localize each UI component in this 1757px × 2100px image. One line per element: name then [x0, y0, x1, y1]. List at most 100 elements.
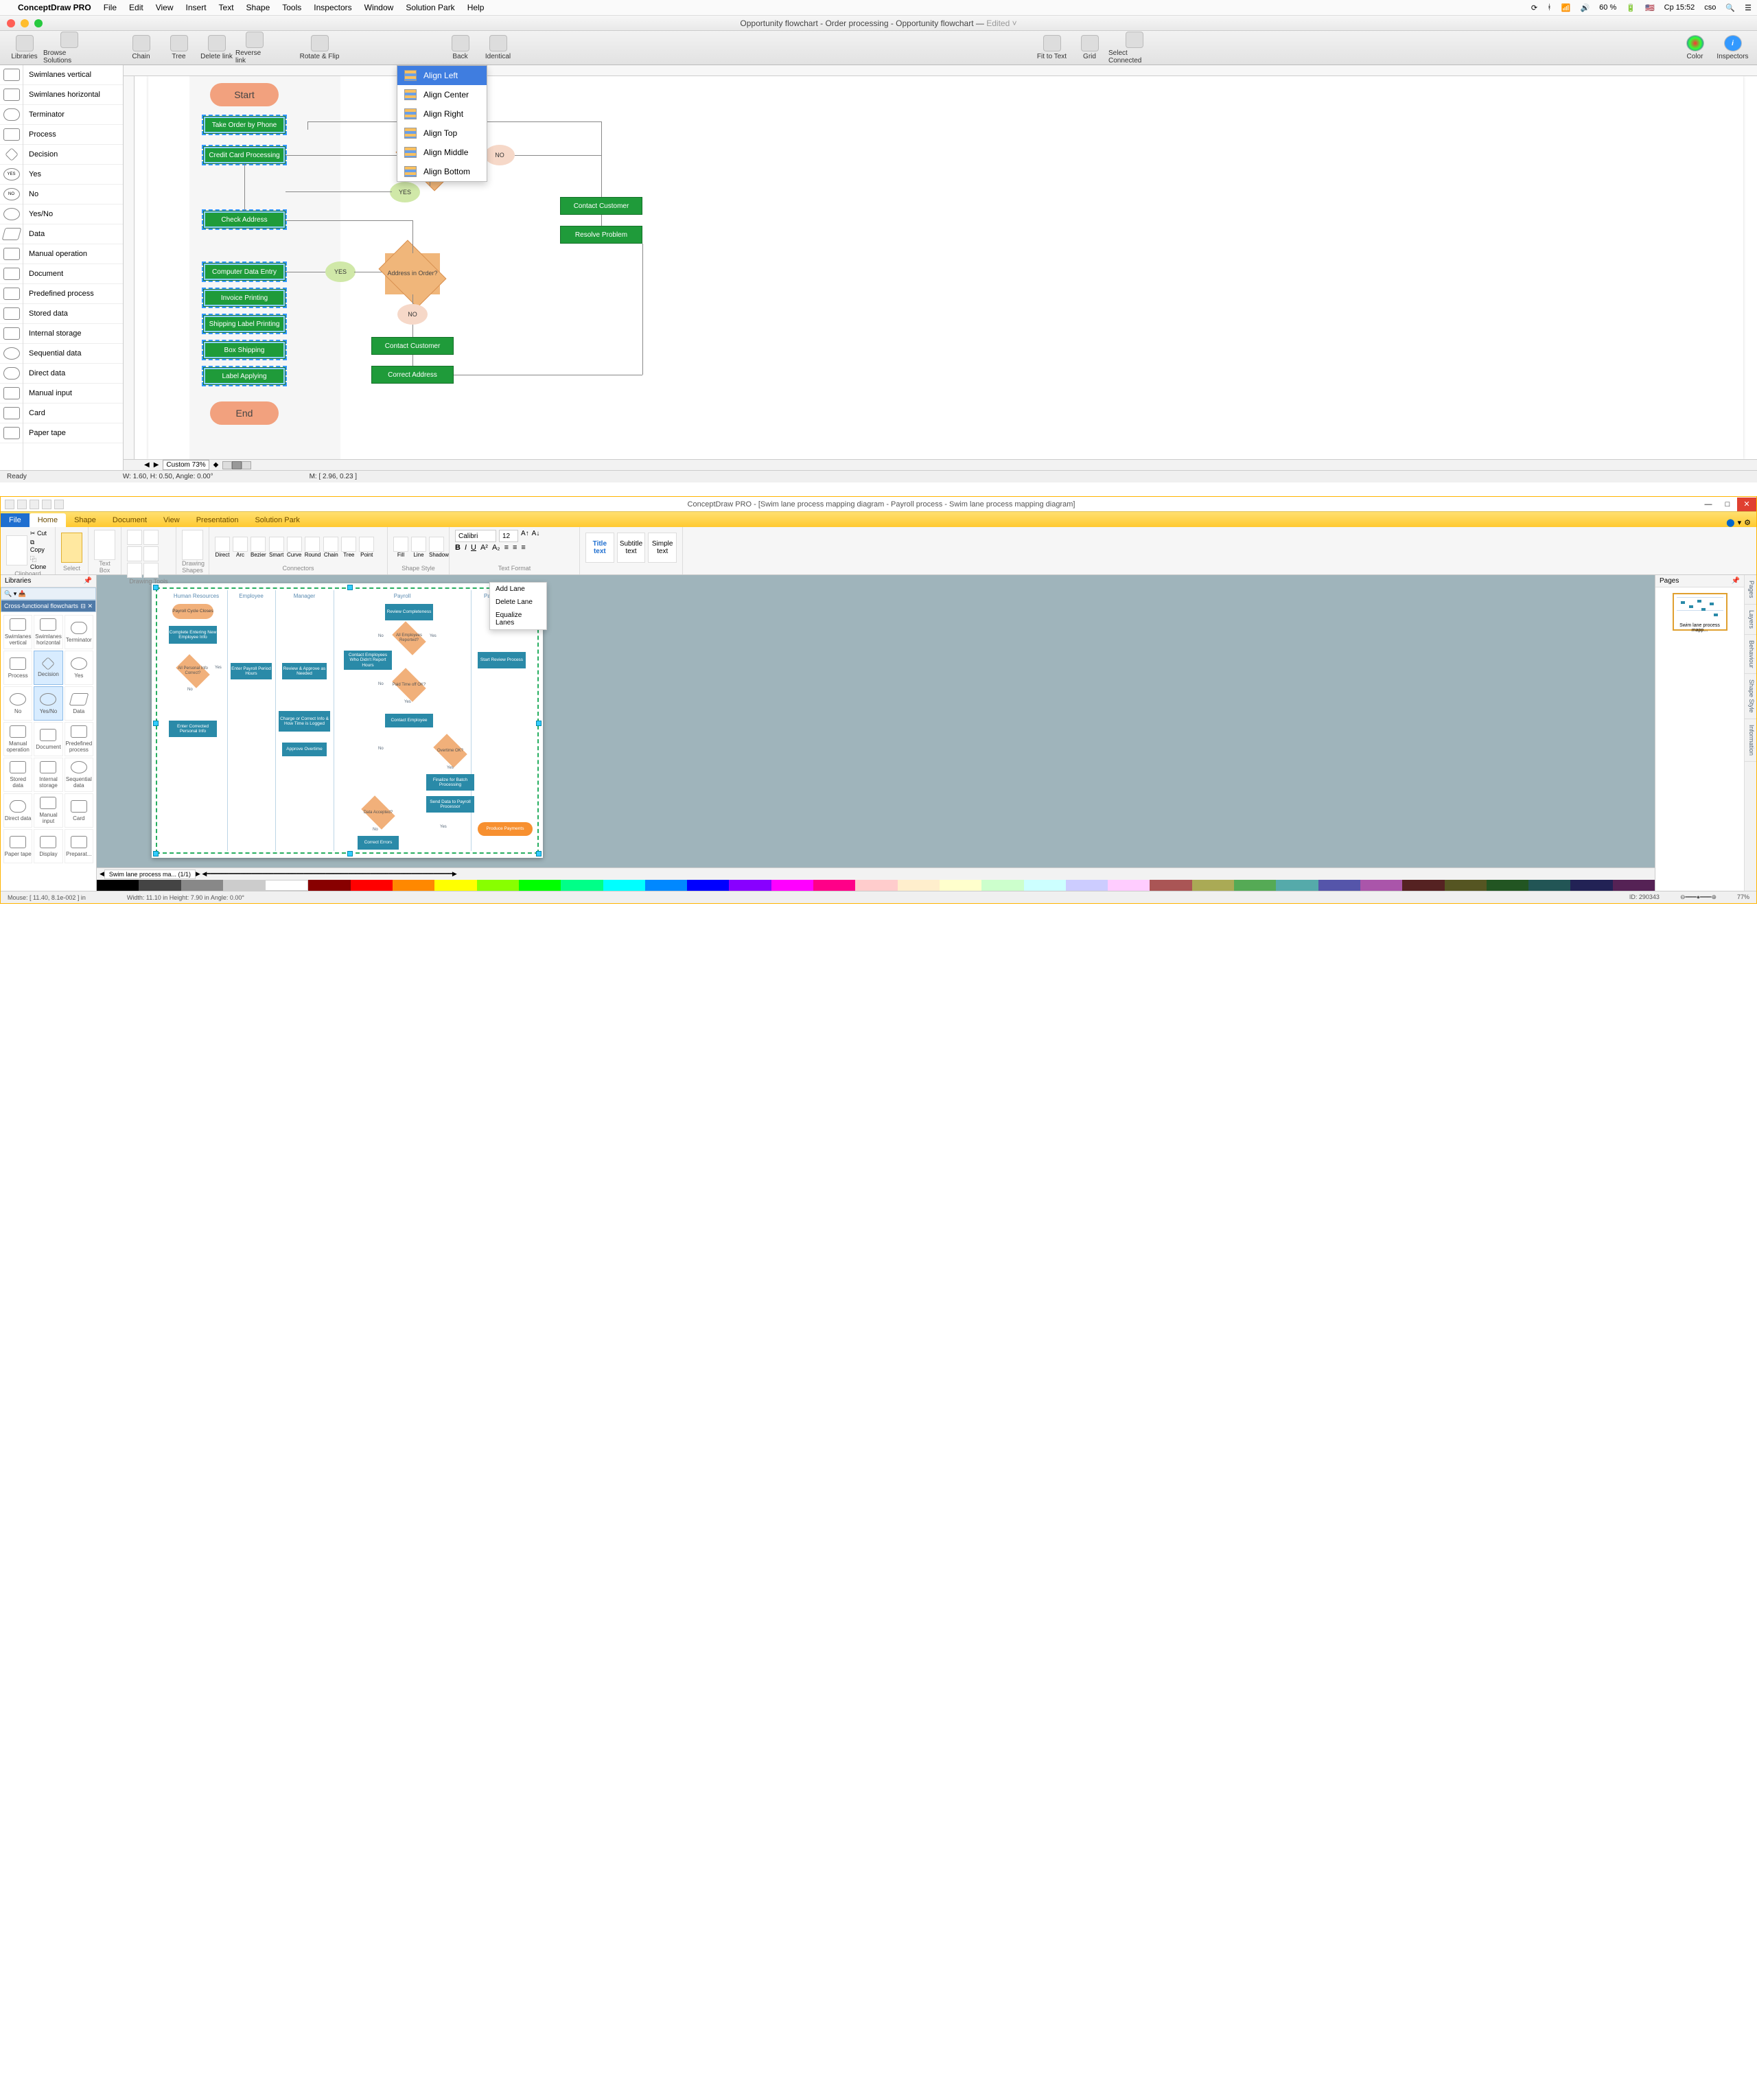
- underline-button[interactable]: U: [471, 544, 476, 552]
- node-proc[interactable]: Computer Data Entry: [203, 263, 286, 281]
- lib-item[interactable]: Paper tape: [23, 423, 123, 443]
- tb-browse-solutions[interactable]: Browse Solutions: [43, 31, 95, 65]
- italic-button[interactable]: I: [465, 544, 467, 552]
- align-middle[interactable]: Align Middle: [397, 143, 487, 162]
- lib-item[interactable]: Manual operation: [23, 244, 123, 264]
- lib-item[interactable]: Terminator: [23, 105, 123, 125]
- lib-item[interactable]: Direct data: [23, 364, 123, 384]
- node[interactable]: Approve Overtime: [282, 743, 327, 756]
- line-button[interactable]: [411, 537, 426, 552]
- lib-icon-swimlanes-v[interactable]: [3, 69, 20, 81]
- node[interactable]: Overtime OK?: [433, 738, 467, 763]
- page-thumbnail[interactable]: Swim lane process mapp...: [1673, 593, 1727, 631]
- lib-item[interactable]: Swimlanes horizontal: [23, 85, 123, 105]
- lib-cell[interactable]: Data: [65, 686, 93, 721]
- bluetooth-icon[interactable]: ᚼ: [1547, 3, 1552, 12]
- node[interactable]: Finalize for Batch Processing: [426, 774, 474, 791]
- bold-button[interactable]: B: [455, 544, 461, 552]
- tb-reverse-link[interactable]: Reverse link: [235, 31, 273, 65]
- tab-solution-park[interactable]: Solution Park: [246, 513, 307, 527]
- clock-label[interactable]: Cp 15:52: [1664, 3, 1695, 12]
- menu-edit[interactable]: Edit: [129, 3, 143, 12]
- tab-presentation[interactable]: Presentation: [188, 513, 247, 527]
- node-contact[interactable]: Contact Customer: [560, 197, 642, 215]
- lib-icon-manual-input[interactable]: [3, 387, 20, 399]
- drawing-shapes[interactable]: [182, 530, 203, 560]
- lib-icon-yesno[interactable]: [3, 208, 20, 220]
- lib-icon-terminator[interactable]: [3, 108, 20, 121]
- lib-cell[interactable]: Display: [34, 829, 62, 863]
- node[interactable]: Review & Approve as Needed: [282, 663, 327, 679]
- equalize-lanes[interactable]: Equalize Lanes: [490, 609, 546, 629]
- style-simple[interactable]: Simple text: [648, 533, 677, 563]
- cut-button[interactable]: ✂ Cut: [30, 530, 49, 537]
- lib-item[interactable]: Yes/No: [23, 205, 123, 224]
- menu-help[interactable]: Help: [467, 3, 485, 12]
- align-r[interactable]: ≡: [521, 544, 525, 552]
- tb-color[interactable]: Color: [1676, 31, 1714, 65]
- align-right[interactable]: Align Right: [397, 104, 487, 124]
- lib-item[interactable]: Stored data: [23, 304, 123, 324]
- lane-hr[interactable]: Human Resources: [165, 590, 227, 601]
- conn-direct[interactable]: [215, 537, 230, 552]
- circ-yes[interactable]: YES: [390, 182, 420, 202]
- pin-icon[interactable]: 📌: [1732, 577, 1740, 585]
- node[interactable]: Produce Payments: [478, 822, 533, 836]
- user-label[interactable]: cso: [1704, 3, 1716, 12]
- lib-item[interactable]: Predefined process: [23, 284, 123, 304]
- node[interactable]: Data Accepted?: [361, 800, 395, 825]
- superscript[interactable]: A²: [480, 544, 488, 552]
- zoom-slider[interactable]: ⊖━━━●━━━⊕: [1680, 894, 1717, 901]
- circ-yes[interactable]: YES: [325, 261, 356, 282]
- minimize-button[interactable]: —: [1699, 498, 1718, 511]
- tb-identical[interactable]: Identical: [479, 31, 517, 65]
- node[interactable]: Enter Corrected Personal Info: [169, 721, 217, 737]
- node[interactable]: Contact Employees Who Didn't Report Hour…: [344, 651, 392, 670]
- menu-insert[interactable]: Insert: [186, 3, 207, 12]
- scroll-bar[interactable]: ◀▶ Custom 73% ◆: [124, 459, 1757, 470]
- app-name[interactable]: ConceptDraw PRO: [18, 3, 91, 12]
- tb-inspectors[interactable]: iInspectors: [1714, 31, 1752, 65]
- subscript[interactable]: A₂: [492, 544, 500, 552]
- node-proc[interactable]: Check Address: [203, 211, 286, 229]
- lib-icon-predefined[interactable]: [3, 288, 20, 300]
- tab-shape[interactable]: Shape: [66, 513, 104, 527]
- tb-select-connected[interactable]: Select Connected: [1108, 31, 1160, 65]
- align-c[interactable]: ≡: [513, 544, 517, 552]
- menu-view[interactable]: View: [156, 3, 174, 12]
- copy-button[interactable]: ⧉ Copy: [30, 539, 49, 553]
- win-canvas[interactable]: Human Resources Employee Manager Payroll…: [97, 575, 1655, 891]
- lib-section[interactable]: Cross-functional flowcharts⊟ ✕: [1, 600, 96, 612]
- tb-fit-text[interactable]: Fit to Text: [1033, 31, 1071, 65]
- tb-delete-link[interactable]: Delete link: [198, 31, 235, 65]
- node-proc[interactable]: Take Order by Phone: [203, 116, 286, 134]
- tab-document[interactable]: Document: [104, 513, 155, 527]
- shadow-button[interactable]: [429, 537, 444, 552]
- options-icon[interactable]: ⚙: [1744, 518, 1751, 527]
- node[interactable]: Paid Time off OK?: [392, 673, 426, 697]
- line-tool[interactable]: [127, 530, 142, 545]
- quick-access[interactable]: [1, 500, 64, 509]
- lib-item[interactable]: Manual input: [23, 384, 123, 404]
- lib-icon-manual-op[interactable]: [3, 248, 20, 260]
- color-palette[interactable]: [97, 880, 1655, 891]
- font-select[interactable]: Calibri: [455, 530, 496, 542]
- lib-icon-stored[interactable]: [3, 307, 20, 320]
- minimize-icon[interactable]: [21, 19, 29, 27]
- lane-emp[interactable]: Employee: [227, 590, 275, 601]
- help-dropdown[interactable]: ▾: [1738, 518, 1742, 527]
- wifi-icon[interactable]: 📶: [1561, 3, 1571, 12]
- sidetab-shape-style[interactable]: Shape Style: [1745, 674, 1756, 719]
- node[interactable]: Correct Errors: [358, 836, 399, 850]
- close-button[interactable]: ✕: [1737, 498, 1756, 511]
- lib-item[interactable]: No: [23, 185, 123, 205]
- node[interactable]: Send Data to Payroll Processor: [426, 796, 474, 813]
- search-icon[interactable]: 🔍: [1725, 3, 1735, 12]
- doc-tabs[interactable]: ◀ Swim lane process ma... (1/1) ▶ ◀━━━━━…: [97, 867, 1655, 880]
- size-select[interactable]: 12: [499, 530, 518, 542]
- zoom-box[interactable]: Custom 73%: [163, 460, 209, 470]
- menu-file[interactable]: File: [104, 3, 117, 12]
- menu-tools[interactable]: Tools: [282, 3, 301, 12]
- conn-curve[interactable]: [287, 537, 302, 552]
- tb-libraries[interactable]: Libraries: [5, 31, 43, 65]
